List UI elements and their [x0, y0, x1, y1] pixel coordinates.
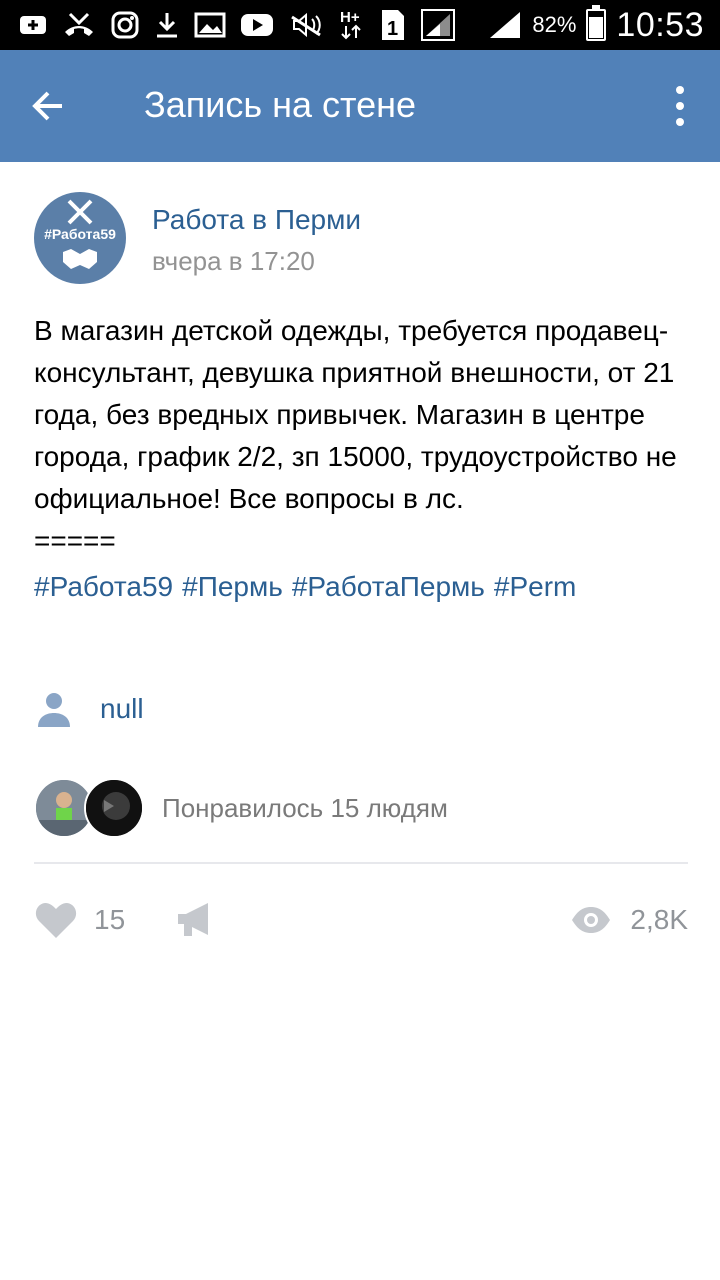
like-count: 15 — [94, 904, 126, 935]
status-bar: H+ 1 82% 10:53 — [0, 0, 720, 50]
signer-name: null — [100, 693, 144, 724]
mute-icon — [291, 12, 321, 38]
sim-1-icon: 1 — [382, 10, 404, 40]
community-avatar[interactable]: #Работа59 — [34, 192, 126, 284]
post-actions: 15 2,8K — [34, 892, 688, 948]
app-bar: Запись на стене — [0, 50, 720, 162]
share-button[interactable] — [174, 898, 218, 942]
network-h-plus-icon: H+ — [340, 9, 361, 40]
likes-summary: Понравилось 15 людям — [162, 792, 448, 823]
hashtag-link[interactable]: #Работа59 — [34, 571, 173, 602]
liker-avatar — [84, 778, 144, 838]
youtube-icon — [241, 14, 273, 36]
hashtags: #Работа59 #Пермь #РаботаПермь #Perm — [34, 566, 694, 608]
more-vert-icon[interactable] — [660, 78, 700, 134]
likers-row[interactable]: Понравилось 15 людям — [34, 778, 448, 838]
plus-icon — [20, 16, 46, 34]
handshake-icon — [63, 249, 97, 269]
status-time: 10:53 — [616, 5, 704, 44]
arrow-back-icon — [32, 91, 62, 121]
status-right: 82% 10:53 — [488, 0, 704, 50]
views-count: 2,8K — [630, 904, 688, 935]
eye-icon — [572, 907, 611, 933]
views-counter: 2,8K — [570, 892, 688, 948]
post-signer[interactable]: null — [34, 686, 144, 732]
avatar-label: #Работа59 — [44, 226, 116, 242]
heart-icon — [35, 903, 77, 938]
author-name[interactable]: Работа в Перми — [152, 204, 361, 236]
like-button[interactable]: 15 — [34, 892, 125, 948]
svg-text:H+: H+ — [340, 9, 360, 26]
megaphone-icon — [178, 903, 208, 936]
signal-icon — [421, 9, 455, 41]
page-title: Запись на стене — [144, 84, 417, 125]
instagram-icon — [111, 11, 139, 39]
hashtag-link[interactable]: #РаботаПермь — [292, 571, 485, 602]
divider — [34, 862, 688, 864]
missed-call-icon — [65, 12, 93, 36]
svg-text:1: 1 — [387, 18, 398, 40]
hashtag-link[interactable]: #Perm — [494, 571, 576, 602]
image-icon — [194, 12, 226, 38]
post-body: В магазин детской одежды, требуется прод… — [34, 310, 694, 608]
battery-icon — [586, 5, 607, 41]
battery-percent: 82% — [532, 12, 577, 37]
post-text: В магазин детской одежды, требуется прод… — [34, 315, 677, 556]
hashtag-link[interactable]: #Пермь — [182, 571, 283, 602]
back-button[interactable] — [20, 78, 76, 134]
notification-icons: H+ 1 — [18, 6, 456, 44]
post-time: вчера в 17:20 — [152, 246, 315, 276]
signal-icon — [490, 12, 521, 38]
person-icon — [38, 693, 70, 727]
download-icon — [157, 13, 177, 38]
post-header: #Работа59 Работа в Перми вчера в 17:20 — [34, 192, 694, 288]
tools-icon — [67, 199, 93, 225]
